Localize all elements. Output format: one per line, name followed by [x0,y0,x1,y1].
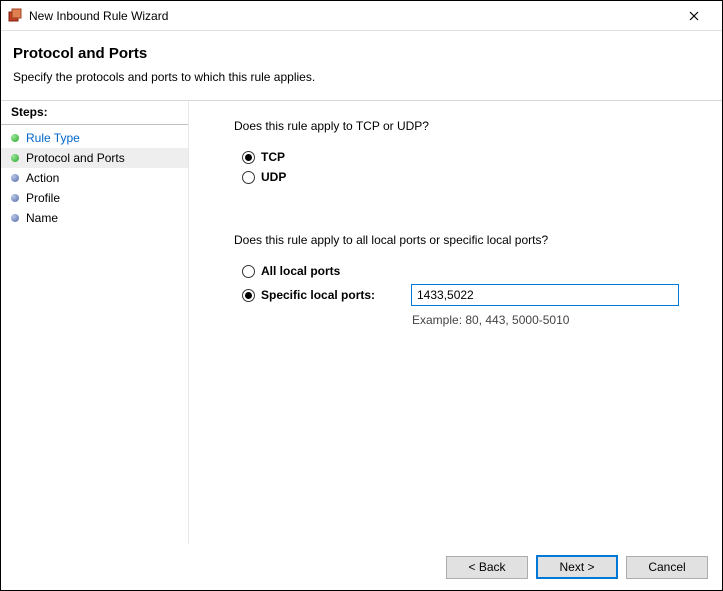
step-bullet-icon [11,194,19,202]
step-action[interactable]: Action [1,168,188,188]
wizard-header: Protocol and Ports Specify the protocols… [1,31,722,101]
protocol-question: Does this rule apply to TCP or UDP? [234,119,704,133]
wizard-footer: < Back Next > Cancel [1,544,722,590]
radio-icon [242,289,255,302]
specific-ports-input[interactable] [411,284,679,306]
app-icon [7,8,23,24]
wizard-body: Steps: Rule Type Protocol and Ports Acti… [1,101,722,544]
step-label: Rule Type [26,131,80,145]
titlebar: New Inbound Rule Wizard [1,1,722,31]
radio-specific-ports[interactable]: Specific local ports: [242,281,704,309]
radio-icon [242,265,255,278]
step-bullet-icon [11,214,19,222]
step-label: Profile [26,191,60,205]
page-subtitle: Specify the protocols and ports to which… [13,70,710,84]
window-title: New Inbound Rule Wizard [29,9,674,23]
step-label: Protocol and Ports [26,151,125,165]
step-label: Name [26,211,58,225]
step-bullet-icon [11,134,19,142]
radio-label: Specific local ports: [261,288,411,302]
steps-heading: Steps: [1,101,188,125]
steps-list: Rule Type Protocol and Ports Action Prof… [1,125,188,228]
close-button[interactable] [674,2,714,30]
radio-label: UDP [261,170,286,184]
step-protocol-ports[interactable]: Protocol and Ports [1,148,188,168]
ports-question: Does this rule apply to all local ports … [234,233,704,247]
next-button[interactable]: Next > [536,555,618,579]
radio-icon [242,151,255,164]
radio-all-ports[interactable]: All local ports [242,261,704,281]
step-name[interactable]: Name [1,208,188,228]
wizard-window: New Inbound Rule Wizard Protocol and Por… [0,0,723,591]
cancel-button[interactable]: Cancel [626,556,708,579]
step-profile[interactable]: Profile [1,188,188,208]
back-button[interactable]: < Back [446,556,528,579]
ports-example-text: Example: 80, 443, 5000-5010 [412,313,704,327]
step-bullet-icon [11,174,19,182]
radio-udp[interactable]: UDP [242,167,704,187]
step-rule-type[interactable]: Rule Type [1,128,188,148]
radio-icon [242,171,255,184]
radio-label: TCP [261,150,285,164]
radio-tcp[interactable]: TCP [242,147,704,167]
step-label: Action [26,171,59,185]
step-bullet-icon [11,154,19,162]
wizard-content: Does this rule apply to TCP or UDP? TCP … [189,101,722,544]
page-title: Protocol and Ports [13,45,710,62]
steps-sidebar: Steps: Rule Type Protocol and Ports Acti… [1,101,189,544]
radio-label: All local ports [261,264,411,278]
